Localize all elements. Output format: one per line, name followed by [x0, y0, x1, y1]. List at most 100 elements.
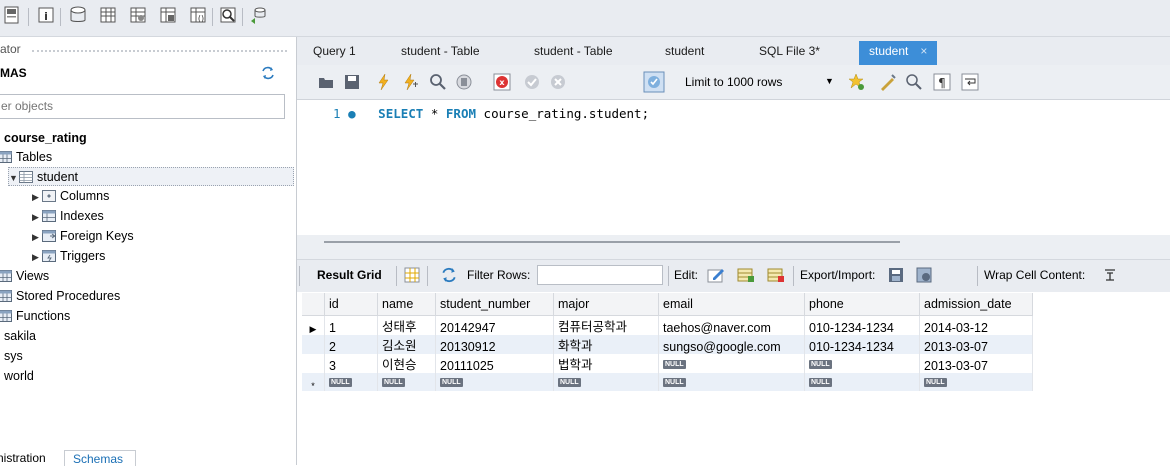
result-grid-tab[interactable]: Result Grid	[317, 268, 382, 282]
cell-name[interactable]: NULL	[377, 373, 436, 391]
cell-email[interactable]: NULL	[658, 354, 805, 373]
tree-triggers[interactable]: ▶ Triggers	[32, 247, 105, 266]
new-row-indicator-icon[interactable]: *	[302, 373, 325, 391]
filter-rows-input[interactable]	[537, 265, 663, 285]
col-header-admission-date[interactable]: admission_date	[919, 293, 1033, 316]
cell-name[interactable]: 성태후	[377, 315, 436, 335]
create-table-icon[interactable]	[98, 5, 118, 25]
cell-name[interactable]: 김소원	[377, 335, 436, 354]
table-row[interactable]: 2 김소원 20130912 화학과 sungso@google.com 010-1234…	[302, 335, 1033, 354]
cell-id[interactable]: NULL	[324, 373, 378, 391]
schema-course-rating[interactable]: course_rating	[4, 129, 87, 148]
reconnect-icon[interactable]	[248, 5, 268, 25]
tree-indexes[interactable]: ▶ Indexes	[32, 207, 104, 226]
expand-arrow-icon[interactable]: ▶	[32, 228, 42, 247]
tab-student-table-1[interactable]: student - Table	[401, 41, 480, 65]
delete-row-icon[interactable]	[767, 266, 785, 284]
refresh-icon[interactable]	[261, 66, 275, 80]
tree-views[interactable]: Views	[0, 267, 49, 286]
cell-email[interactable]: NULL	[658, 373, 805, 391]
tree-stored-procedures[interactable]: Stored Procedures	[0, 287, 120, 306]
cell-email[interactable]: taehos@naver.com	[658, 315, 805, 335]
find-icon[interactable]	[905, 73, 923, 91]
cell-phone[interactable]: 010-1234-1234	[804, 335, 920, 354]
current-row-indicator-icon[interactable]: ▶	[302, 315, 325, 335]
col-header-phone[interactable]: phone	[804, 293, 920, 316]
create-function-icon[interactable]: ()	[188, 5, 208, 25]
tree-table-student[interactable]: ▼ student	[8, 167, 294, 186]
tree-functions[interactable]: Functions	[0, 307, 70, 326]
tab-query-1[interactable]: Query 1	[313, 41, 356, 65]
execute-icon[interactable]	[375, 73, 393, 91]
cell-id[interactable]: 2	[324, 335, 378, 354]
rollback-icon[interactable]	[549, 73, 567, 91]
stop-icon[interactable]	[455, 73, 473, 91]
tab-student[interactable]: student	[665, 41, 704, 65]
tab-schemas[interactable]: Schemas	[64, 450, 136, 466]
filter-objects-input[interactable]	[0, 95, 271, 116]
insert-row-icon[interactable]	[737, 266, 755, 284]
cell-email[interactable]: sungso@google.com	[658, 335, 805, 354]
import-icon[interactable]	[915, 266, 933, 284]
tab-student-active[interactable]: student ×	[859, 41, 938, 65]
commit-icon[interactable]	[523, 73, 541, 91]
grid-view-icon[interactable]	[403, 266, 421, 284]
col-header-id[interactable]: id	[324, 293, 378, 316]
open-folder-icon[interactable]	[317, 73, 335, 91]
invisible-chars-icon[interactable]: ¶	[933, 73, 951, 91]
result-grid[interactable]: id name student_number major email phone…	[302, 293, 1033, 391]
cell-major[interactable]: 화학과	[553, 335, 659, 354]
cell-admission-date[interactable]: NULL	[919, 373, 1033, 391]
table-row[interactable]: 3 이현승 20111025 법학과 NULL NULL 2013-03-07	[302, 354, 1033, 373]
cell-student-number[interactable]: 20111025	[435, 354, 554, 373]
cell-phone[interactable]: 010-1234-1234	[804, 315, 920, 335]
tab-administration[interactable]: nistration	[0, 450, 46, 466]
expand-arrow-icon[interactable]: ▶	[32, 208, 42, 227]
close-tab-icon[interactable]: ×	[920, 44, 927, 58]
create-procedure-icon[interactable]	[158, 5, 178, 25]
cell-name[interactable]: 이현승	[377, 354, 436, 373]
schema-sys[interactable]: sys	[4, 347, 23, 366]
panel-splitter-handle[interactable]	[324, 241, 900, 243]
tree-tables[interactable]: Tables	[0, 148, 52, 167]
limit-rows-select[interactable]: Limit to 1000 rows	[685, 75, 782, 89]
tab-sql-file-3[interactable]: SQL File 3*	[759, 41, 820, 65]
create-schema-icon[interactable]	[68, 5, 88, 25]
explain-icon[interactable]	[429, 73, 447, 91]
word-wrap-icon[interactable]	[961, 73, 979, 91]
beautify-icon[interactable]	[879, 73, 897, 91]
cell-major[interactable]: NULL	[553, 373, 659, 391]
cell-major[interactable]: 컴퓨터공학과	[553, 315, 659, 335]
cell-id[interactable]: 3	[324, 354, 378, 373]
schema-sakila[interactable]: sakila	[4, 327, 36, 346]
cell-phone[interactable]: NULL	[804, 354, 920, 373]
filter-objects-field[interactable]	[0, 94, 285, 119]
col-header-name[interactable]: name	[377, 293, 436, 316]
code-line-1[interactable]: 1 ● SELECT * FROM course_rating.student;	[333, 106, 649, 121]
edit-row-icon[interactable]	[707, 266, 725, 284]
cell-id[interactable]: 1	[324, 315, 378, 335]
autocommit-icon[interactable]	[643, 71, 665, 93]
create-view-icon[interactable]	[128, 5, 148, 25]
row-indicator[interactable]	[302, 354, 325, 373]
col-header-email[interactable]: email	[658, 293, 805, 316]
search-table-data-icon[interactable]	[218, 5, 238, 25]
table-row[interactable]: ▶ 1 성태후 20142947 컴퓨터공학과 taehos@naver.com 010-1…	[302, 315, 1033, 335]
tree-foreign-keys[interactable]: ▶ Foreign Keys	[32, 227, 134, 246]
col-header-student-number[interactable]: student_number	[435, 293, 554, 316]
chevron-down-icon[interactable]: ▼	[825, 76, 834, 86]
expand-arrow-icon[interactable]: ▶	[32, 188, 42, 207]
cell-admission-date[interactable]: 2013-03-07	[919, 354, 1033, 373]
wrap-cell-icon[interactable]	[1103, 268, 1117, 282]
tree-columns[interactable]: ▶ Columns	[32, 187, 109, 206]
sql-editor[interactable]: 1 ● SELECT * FROM course_rating.student;	[297, 100, 1170, 235]
info-icon[interactable]: i	[36, 5, 56, 25]
cell-admission-date[interactable]: 2013-03-07	[919, 335, 1033, 354]
cell-phone[interactable]: NULL	[804, 373, 920, 391]
refresh-results-icon[interactable]	[441, 267, 457, 283]
cell-student-number[interactable]: NULL	[435, 373, 554, 391]
save-icon[interactable]	[343, 73, 361, 91]
collapse-arrow-icon[interactable]: ▼	[9, 169, 19, 188]
tab-student-table-2[interactable]: student - Table	[534, 41, 613, 65]
schema-world[interactable]: world	[4, 367, 34, 386]
